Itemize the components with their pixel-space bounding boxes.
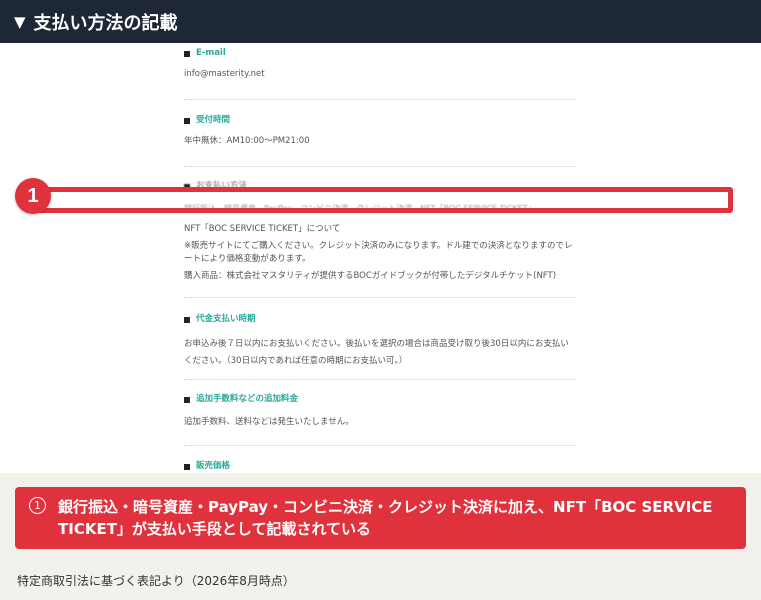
section-price: 販売価格: [184, 460, 576, 473]
divider: [184, 166, 576, 167]
fees-value: 追加手数料、送料などは発生いたしません。: [184, 417, 354, 427]
highlight-box: [26, 187, 733, 213]
nft-product: 購入商品：株式会社マスタリティが提供するBOCガイドブックが付帯したデジタルチケ…: [184, 271, 557, 281]
screenshot-content: E-mail info@masterity.net 受付時間 年中無休：AM10…: [0, 43, 761, 473]
email-value[interactable]: info@masterity.net: [184, 68, 576, 81]
section-email: E-mail info@masterity.net: [184, 47, 576, 81]
circled-number-icon: 1: [29, 497, 46, 514]
divider: [184, 297, 576, 298]
nft-heading: NFT「BOC SERVICE TICKET」について: [184, 224, 341, 234]
divider: [184, 99, 576, 100]
header-title: 支払い方法の記載: [33, 12, 178, 34]
section-header: ▼ 支払い方法の記載: [0, 0, 761, 43]
divider: [184, 445, 576, 446]
nft-note: ※販売サイトにてご購入ください。クレジット決済のみになります。ドル建での決済とな…: [184, 241, 573, 264]
divider: [184, 379, 576, 380]
source-caption: 特定商取引法に基づく表記より（2026年8月時点）: [17, 574, 295, 588]
square-bullet-icon: [184, 117, 190, 124]
timing-value: お申込み後７日以内にお支払いください。後払いを選択の場合は商品受け取り後30日以…: [184, 339, 569, 366]
section-fees: 追加手数料などの追加料金 追加手数料、送料などは発生いたしません。: [184, 393, 576, 429]
hours-value: 年中無休：AM10:00〜PM21:00: [184, 136, 310, 146]
section-title: E-mail: [196, 48, 226, 58]
section-title: 代金支払い時期: [196, 314, 256, 324]
square-bullet-icon: [184, 316, 190, 323]
section-title: 追加手数料などの追加料金: [196, 394, 299, 404]
callout-box: 1 銀行振込・暗号資産・PayPay・コンビニ決済・クレジット決済に加え、NFT…: [15, 487, 746, 549]
section-title: 受付時間: [196, 115, 231, 125]
section-hours: 受付時間 年中無休：AM10:00〜PM21:00: [184, 114, 576, 148]
square-bullet-icon: [184, 463, 190, 470]
section-timing: 代金支払い時期 お申込み後７日以内にお支払いください。後払いを選択の場合は商品受…: [184, 313, 576, 370]
triangle-down-icon: ▼: [14, 12, 26, 31]
nft-details: NFT「BOC SERVICE TICKET」について ※販売サイトにてご購入く…: [184, 223, 576, 283]
square-bullet-icon: [184, 396, 190, 403]
marker-badge: 1: [15, 178, 51, 214]
square-bullet-icon: [184, 50, 190, 57]
section-title: 販売価格: [196, 461, 231, 471]
callout-text: 銀行振込・暗号資産・PayPay・コンビニ決済・クレジット決済に加え、NFT「B…: [58, 498, 713, 538]
